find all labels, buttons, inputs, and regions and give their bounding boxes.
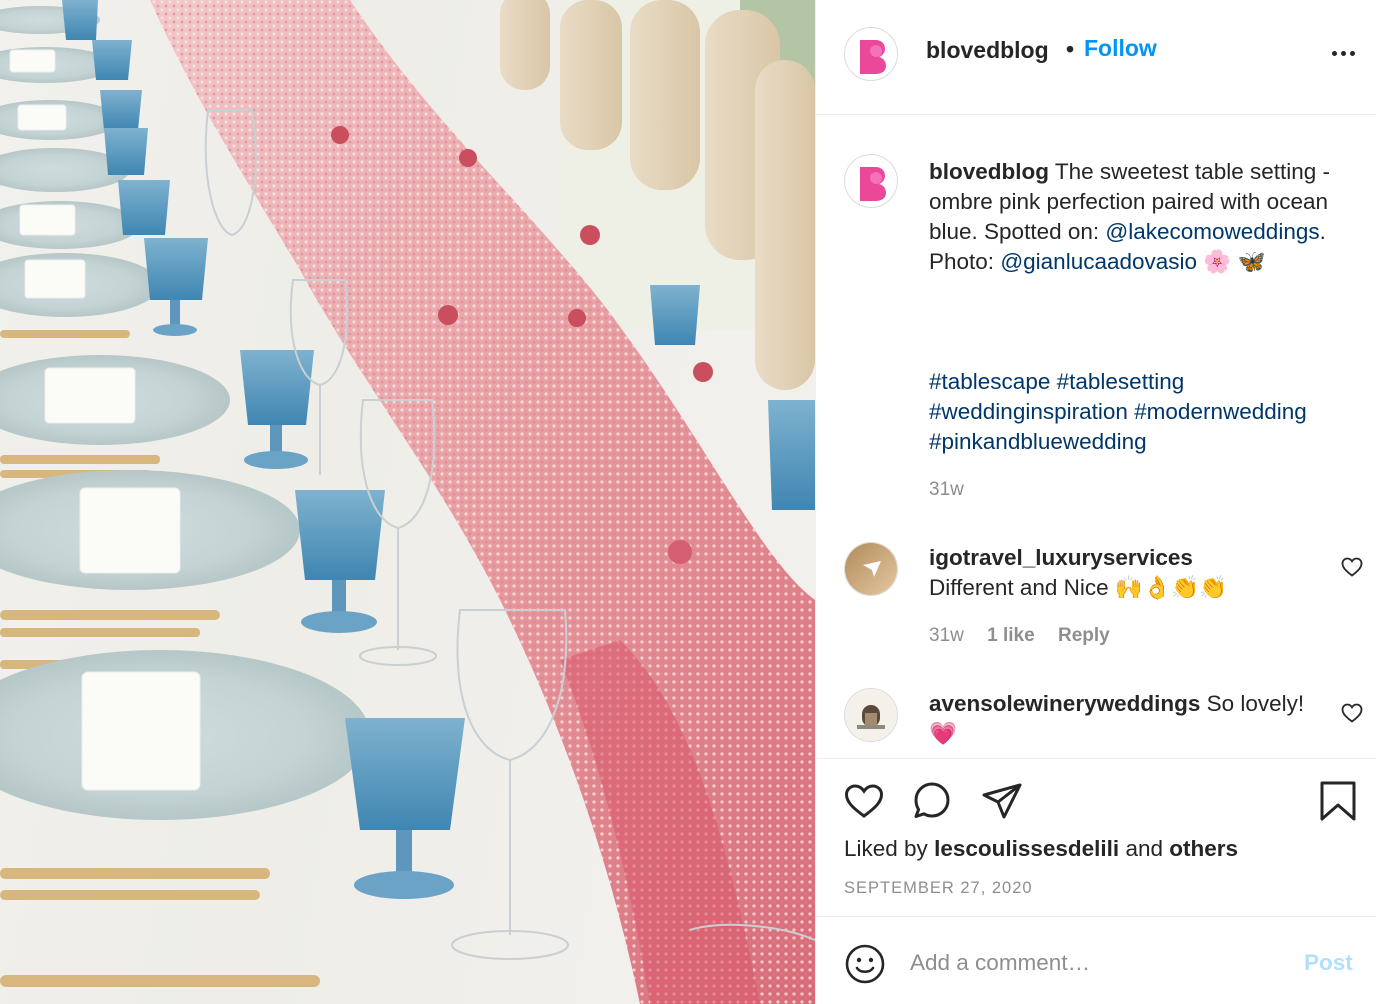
flower-emoji: 🌸 xyxy=(1203,249,1232,274)
post-actions: Liked by lescoulissesdelili and others S… xyxy=(816,758,1376,916)
more-options-icon[interactable] xyxy=(1326,38,1360,68)
comment-text: igotravel_luxuryservices Different and N… xyxy=(929,543,1329,603)
blovedblog-logo-icon xyxy=(860,167,886,201)
hashtag-link[interactable]: #pinkandbluewedding xyxy=(929,429,1147,454)
liked-by-others[interactable]: others xyxy=(1169,836,1238,861)
liked-by-summary: Liked by lescoulissesdelili and others xyxy=(844,836,1238,862)
liked-by-username[interactable]: lescoulissesdelili xyxy=(934,836,1119,861)
post-photo[interactable] xyxy=(0,0,815,1004)
comments-list[interactable]: blovedblog The sweetest table setting - … xyxy=(816,116,1376,758)
instagram-post-modal: blovedblog • Follow blovedblog The sweet… xyxy=(0,0,1376,1004)
post-author-username[interactable]: blovedblog xyxy=(926,37,1049,64)
bookmark-icon[interactable] xyxy=(1316,779,1360,823)
avatar[interactable] xyxy=(844,27,898,81)
liked-by-prefix: Liked by xyxy=(844,836,928,861)
post-details-panel: blovedblog • Follow blovedblog The sweet… xyxy=(815,0,1376,1004)
heart-icon[interactable] xyxy=(1340,555,1364,579)
comment-bubble-icon[interactable] xyxy=(910,779,954,823)
comment-text: avensolewineryweddings So lovely! 💗 xyxy=(929,689,1329,749)
avatar[interactable] xyxy=(844,154,898,208)
comment-body: Different and Nice 🙌👌👏👏 xyxy=(929,575,1227,600)
comment-username[interactable]: igotravel_luxuryservices xyxy=(929,545,1193,570)
butterfly-emoji: 🦋 xyxy=(1237,249,1266,274)
liked-by-and: and xyxy=(1125,836,1163,861)
caption-username[interactable]: blovedblog xyxy=(929,159,1049,184)
heart-icon[interactable] xyxy=(1340,701,1364,725)
mention-link[interactable]: @lakecomoweddings xyxy=(1105,219,1319,244)
comment-likes[interactable]: 1 like xyxy=(987,625,1035,646)
avatar[interactable] xyxy=(844,688,898,742)
post-header: blovedblog • Follow xyxy=(816,0,1376,115)
blovedblog-logo-icon xyxy=(860,40,886,74)
heart-icon[interactable] xyxy=(842,779,886,823)
hashtag-link[interactable]: #modernwedding xyxy=(1134,399,1307,424)
add-comment-bar: Post xyxy=(816,916,1376,1004)
separator-dot: • xyxy=(1066,36,1075,62)
smiley-icon[interactable] xyxy=(844,943,886,985)
hashtags: #tablescape #tablesetting #weddinginspir… xyxy=(929,367,1369,457)
hashtag-link[interactable]: #tablesetting xyxy=(1057,369,1185,394)
comment-username[interactable]: avensolewineryweddings xyxy=(929,691,1200,716)
mention-link[interactable]: @gianlucaadovasio xyxy=(1000,249,1197,274)
caption-timestamp[interactable]: 31w xyxy=(929,479,964,501)
post-button[interactable]: Post xyxy=(1304,950,1353,976)
post-date[interactable]: SEPTEMBER 27, 2020 xyxy=(844,879,1033,898)
reply-button[interactable]: Reply xyxy=(1058,625,1110,646)
follow-button[interactable]: Follow xyxy=(1084,35,1157,62)
comment-timestamp[interactable]: 31w xyxy=(929,625,964,646)
winery-avatar-icon xyxy=(845,689,897,741)
comment-meta: 31w 1 like Reply xyxy=(929,625,1110,647)
paper-plane-icon[interactable] xyxy=(980,779,1024,823)
hashtag-link[interactable]: #tablescape xyxy=(929,369,1050,394)
caption-text: blovedblog The sweetest table setting - … xyxy=(929,157,1369,277)
hashtag-link[interactable]: #weddinginspiration xyxy=(929,399,1128,424)
table-setting-illustration xyxy=(0,0,815,1004)
travel-avatar-icon xyxy=(845,543,897,595)
avatar[interactable] xyxy=(844,542,898,596)
add-comment-input[interactable] xyxy=(910,943,1290,983)
